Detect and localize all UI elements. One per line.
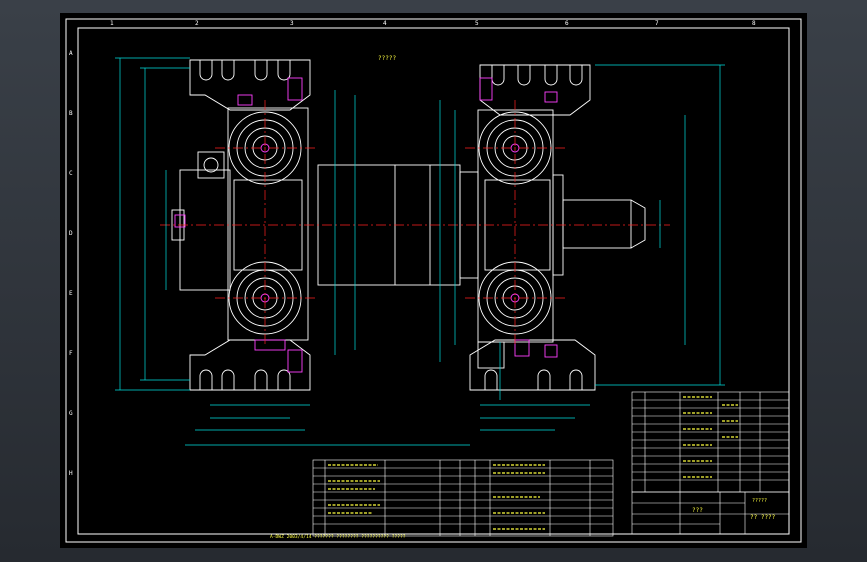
zone-number: 7 <box>655 20 659 27</box>
zone-letter: H <box>69 470 73 477</box>
drawing-sheet: 1 2 3 4 5 6 7 8 A B C D E F G H ????? ??… <box>60 13 807 548</box>
zone-letter: E <box>69 290 73 297</box>
zone-number: 4 <box>383 20 387 27</box>
zone-letter: D <box>69 230 73 237</box>
zone-number: 6 <box>565 20 569 27</box>
zone-letter: F <box>69 350 73 357</box>
zone-letter: C <box>69 170 73 177</box>
zone-letter: A <box>69 50 73 57</box>
zone-number: 3 <box>290 20 294 27</box>
zone-number: 2 <box>195 20 199 27</box>
zone-letter: B <box>69 110 73 117</box>
cad-viewport: 1 2 3 4 5 6 7 8 A B C D E F G H ????? ??… <box>0 0 867 562</box>
title-scale-hint: ????? <box>752 498 767 504</box>
zone-letter: G <box>69 410 73 417</box>
title-drawing-name: ??? <box>692 507 703 514</box>
zone-number: 8 <box>752 20 756 27</box>
footer-note: A-DWZ 2003/4/14 ??????? ???????? ???????… <box>270 534 406 540</box>
zone-number: 1 <box>110 20 114 27</box>
drawing-label: ????? <box>378 55 396 62</box>
title-drawing-code: ?? ???? <box>750 514 776 521</box>
zone-number: 5 <box>475 20 479 27</box>
